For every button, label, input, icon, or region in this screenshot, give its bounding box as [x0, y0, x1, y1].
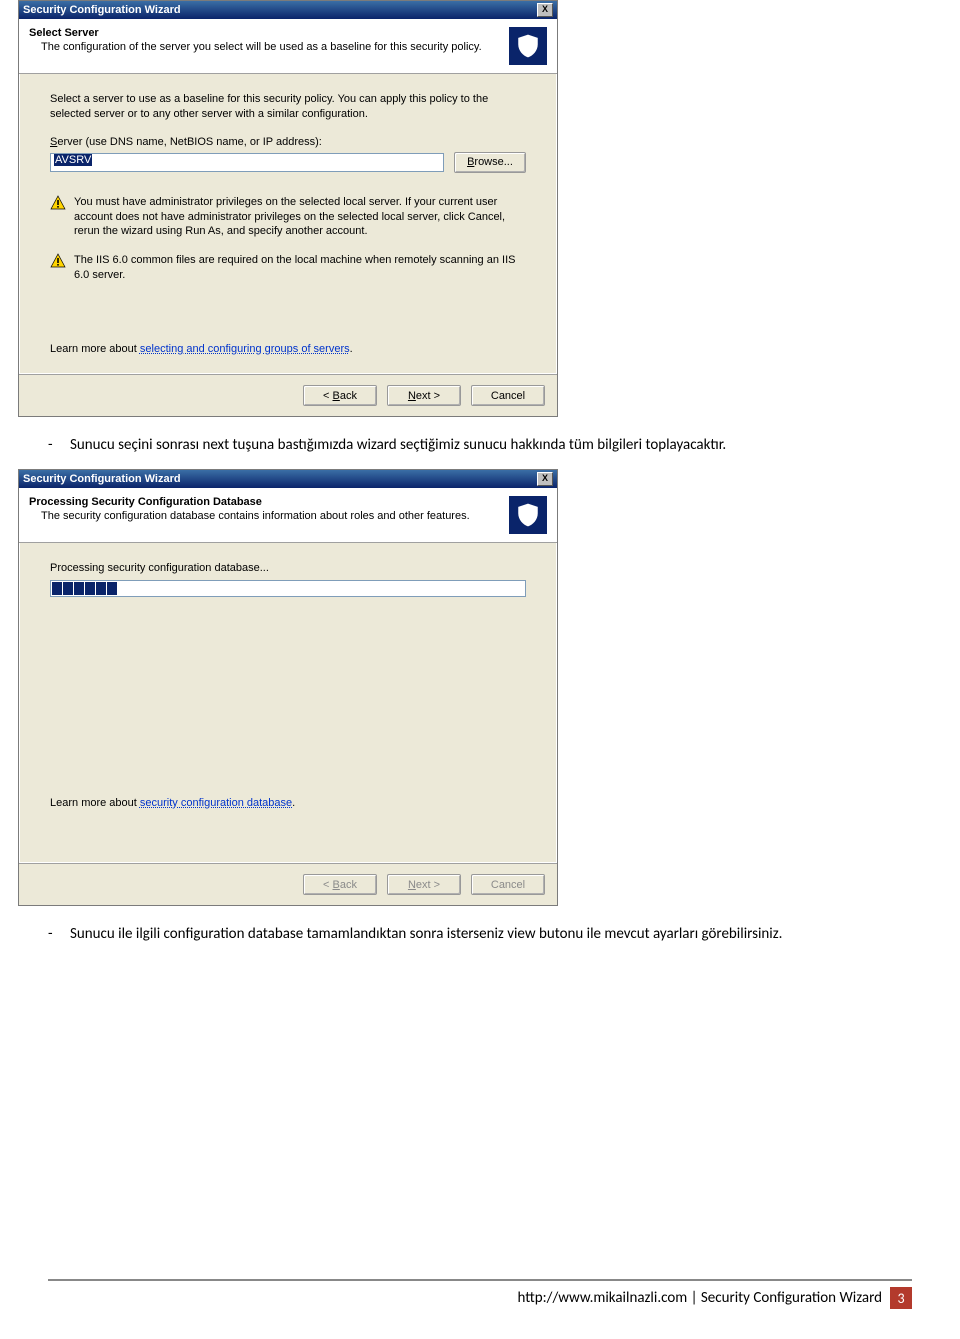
- titlebar[interactable]: Security Configuration Wizard X: [19, 1, 557, 19]
- document-paragraph-1: Sunucu seçini sonrası next tuşuna bastığ…: [70, 435, 912, 455]
- warning-text-2: The IIS 6.0 common files are required on…: [74, 253, 526, 283]
- wizard-body: Select a server to use as a baseline for…: [19, 74, 557, 374]
- progress-segment: [85, 582, 95, 595]
- cancel-button[interactable]: Cancel: [471, 385, 545, 406]
- wizard-dialog-select-server: Security Configuration Wizard X Select S…: [18, 0, 558, 417]
- progress-segment: [52, 582, 62, 595]
- wizard-footer: < Back Next > Cancel: [19, 863, 557, 905]
- warning-text-1: You must have administrator privileges o…: [74, 195, 526, 240]
- next-button[interactable]: Next >: [387, 385, 461, 406]
- learn-more-link[interactable]: security configuration database: [140, 797, 292, 809]
- browse-button[interactable]: Browse...: [454, 152, 526, 173]
- back-button: < Back: [303, 874, 377, 895]
- window-title: Security Configuration Wizard: [23, 470, 181, 488]
- wizard-dialog-processing: Security Configuration Wizard X Processi…: [18, 469, 558, 906]
- back-button[interactable]: < Back: [303, 385, 377, 406]
- next-button: Next >: [387, 874, 461, 895]
- wizard-body: Processing security configuration databa…: [19, 543, 557, 863]
- wizard-footer: < Back Next > Cancel: [19, 374, 557, 416]
- header-subtitle: The security configuration database cont…: [29, 510, 501, 522]
- shield-lock-icon: [509, 496, 547, 534]
- page-number: 3: [890, 1287, 912, 1309]
- header-title: Select Server: [29, 27, 501, 39]
- instruction-text: Select a server to use as a baseline for…: [50, 92, 526, 122]
- footer-text: http://www.mikailnazli.com | Security Co…: [518, 1289, 882, 1307]
- cancel-button: Cancel: [471, 874, 545, 895]
- learn-more: Learn more about security configuration …: [50, 797, 526, 809]
- server-field-label: Server (use DNS name, NetBIOS name, or I…: [50, 136, 526, 148]
- close-icon[interactable]: X: [537, 3, 553, 17]
- learn-more-link[interactable]: selecting and configuring groups of serv…: [140, 343, 350, 355]
- wizard-header: Processing Security Configuration Databa…: [19, 488, 557, 543]
- progress-segment: [96, 582, 106, 595]
- page-footer: http://www.mikailnazli.com | Security Co…: [48, 1279, 912, 1309]
- progress-segment: [107, 582, 117, 595]
- header-subtitle: The configuration of the server you sele…: [29, 41, 501, 53]
- progress-segment: [63, 582, 73, 595]
- shield-lock-icon: [509, 27, 547, 65]
- header-title: Processing Security Configuration Databa…: [29, 496, 501, 508]
- window-title: Security Configuration Wizard: [23, 1, 181, 19]
- progress-bar: [50, 580, 526, 597]
- titlebar[interactable]: Security Configuration Wizard X: [19, 470, 557, 488]
- warning-icon: [50, 195, 66, 211]
- document-paragraph-2: Sunucu ile ilgili configuration database…: [70, 924, 912, 944]
- progress-segment: [74, 582, 84, 595]
- server-input[interactable]: AVSRV: [50, 153, 444, 172]
- server-input-value: AVSRV: [54, 154, 92, 166]
- wizard-header: Select Server The configuration of the s…: [19, 19, 557, 74]
- learn-more: Learn more about selecting and configuri…: [50, 343, 526, 355]
- close-icon[interactable]: X: [537, 472, 553, 486]
- progress-label: Processing security configuration databa…: [50, 561, 526, 576]
- warning-icon: [50, 253, 66, 269]
